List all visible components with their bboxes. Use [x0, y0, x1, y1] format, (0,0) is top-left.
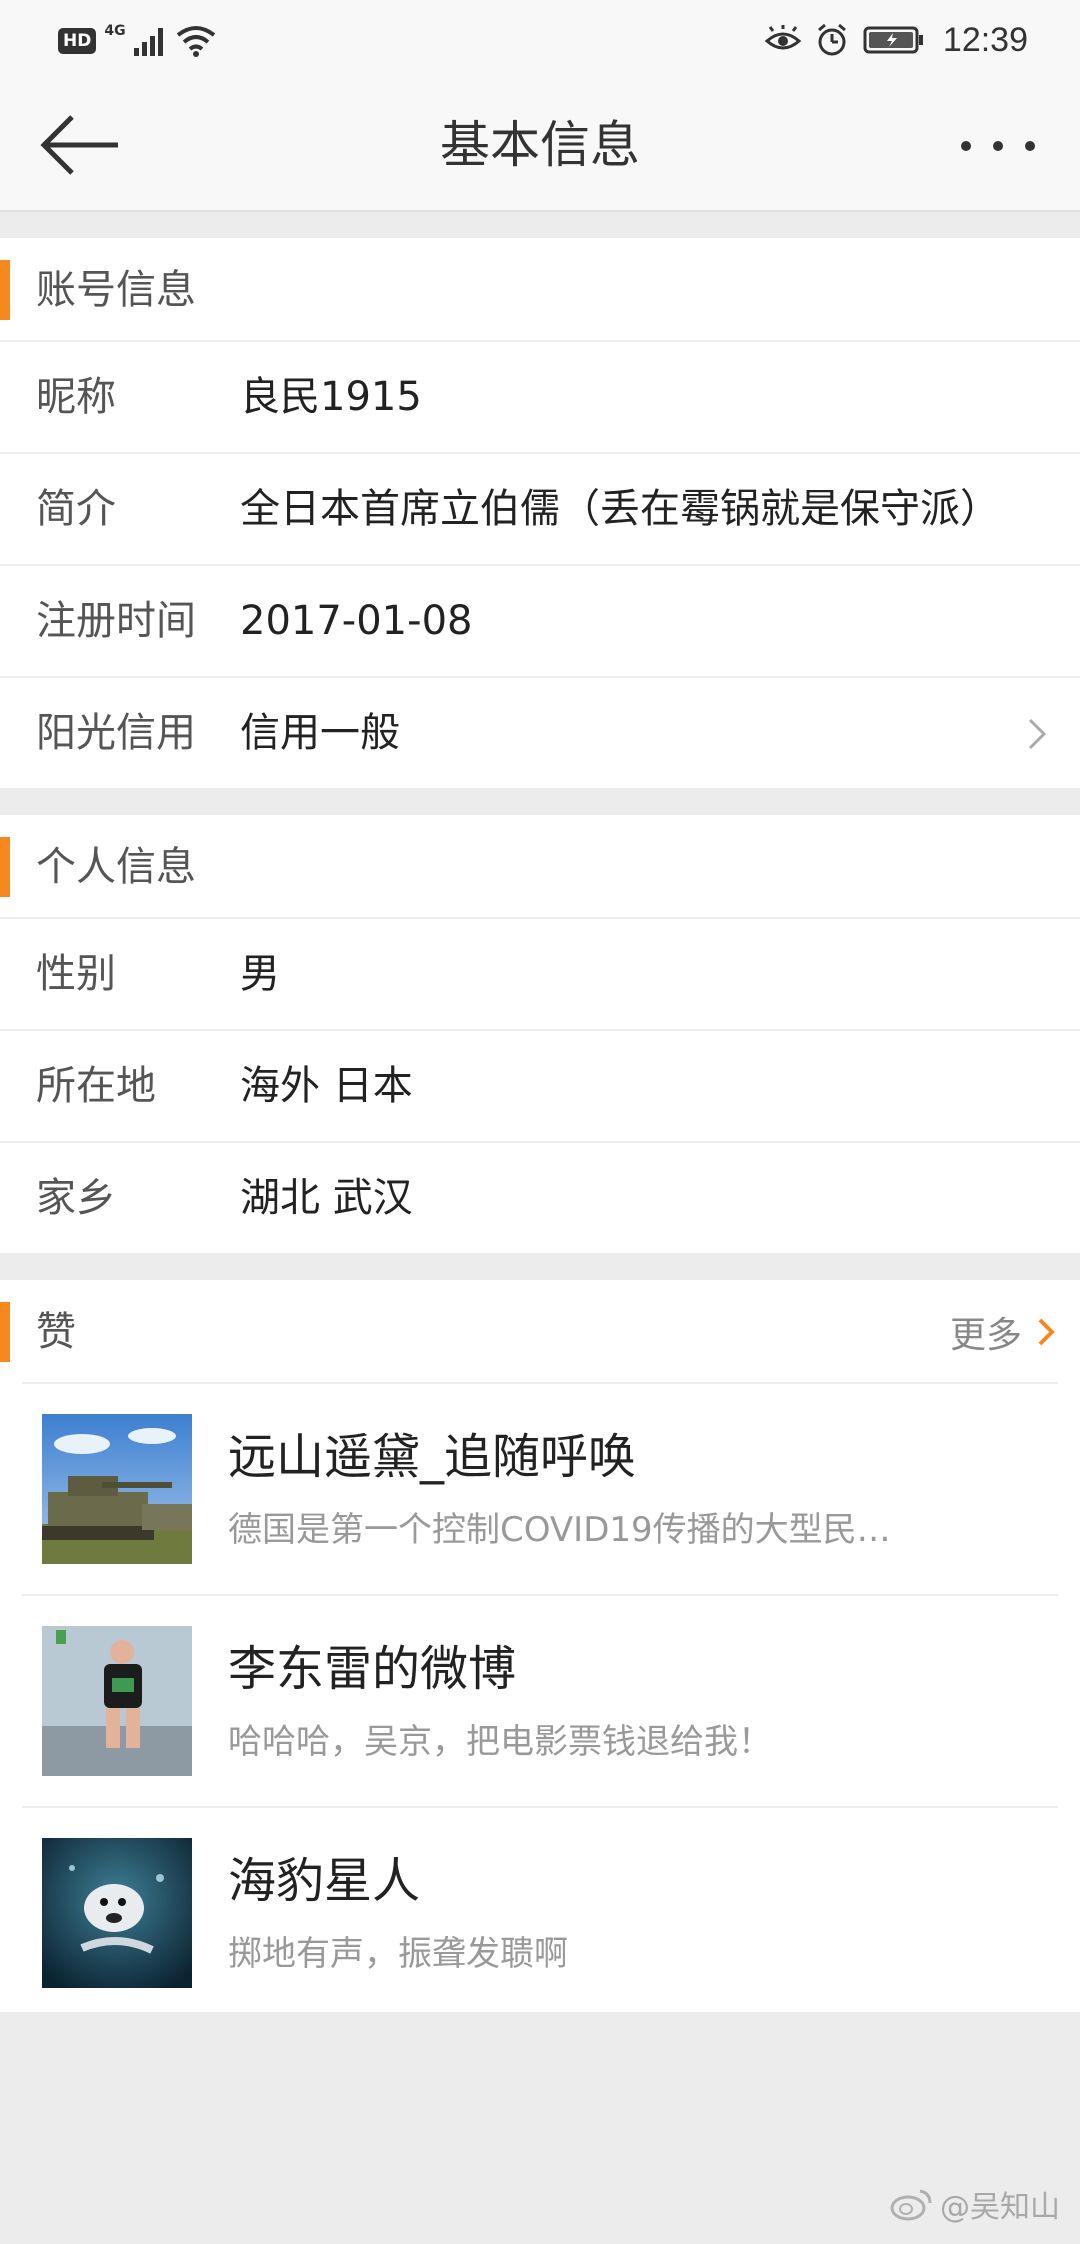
bio-value: 全日本首席立伯儒（丢在霉锅就是保守派） [240, 486, 1000, 532]
personal-info-title: 个人信息 [36, 844, 196, 890]
personal-info-header: 个人信息 [0, 815, 1080, 917]
like-item-title: 李东雷的微博 [228, 1641, 517, 1697]
more-label: 更多 [949, 1315, 1022, 1356]
likes-header: 赞 更多 [0, 1280, 1080, 1382]
hometown-row: 家乡 湖北 武汉 [0, 1141, 1080, 1253]
likes-card: 赞 更多 远山遥黛_追随呼唤 德国是第一个控制COVID19传播的大型民… 李东… [0, 1280, 1080, 2012]
status-left-icons: HD 4G [58, 22, 216, 60]
battery-icon [863, 26, 923, 54]
section-accent-bar [0, 260, 10, 320]
like-item[interactable]: 远山遥黛_追随呼唤 德国是第一个控制COVID19传播的大型民… [22, 1382, 1058, 1594]
nav-bar: 基本信息 [0, 80, 1080, 212]
location-row: 所在地 海外 日本 [0, 1029, 1080, 1141]
bio-row: 简介 全日本首席立伯儒（丢在霉锅就是保守派） [0, 452, 1080, 564]
watermark-text: @吴知山 [940, 2190, 1060, 2225]
status-clock: 12:39 [942, 20, 1028, 59]
likes-title: 赞 [36, 1309, 76, 1355]
register-date-row: 注册时间 2017-01-08 [0, 564, 1080, 676]
hometown-value: 湖北 武汉 [240, 1175, 413, 1221]
nickname-value: 良民1915 [240, 374, 422, 420]
gender-value: 男 [240, 951, 280, 997]
hometown-label: 家乡 [36, 1175, 116, 1221]
sunshine-credit-row[interactable]: 阳光信用 信用一般 [0, 676, 1080, 788]
status-right-icons: 12:39 [764, 18, 1028, 62]
section-accent-bar [0, 1302, 10, 1362]
gender-label: 性别 [36, 951, 116, 997]
like-item-title: 海豹星人 [228, 1853, 421, 1909]
thumbnail-underwater-dog-image [42, 1838, 192, 1988]
wifi-icon [176, 26, 215, 57]
alarm-icon [817, 23, 846, 56]
sunshine-credit-label: 阳光信用 [36, 710, 196, 756]
location-label: 所在地 [36, 1063, 156, 1109]
status-bar: HD 4G 12:39 [0, 0, 1080, 80]
like-item[interactable]: 海豹星人 掷地有声，振聋发聩啊 [22, 1806, 1058, 2018]
gender-row: 性别 男 [0, 917, 1080, 1029]
nickname-label: 昵称 [36, 374, 116, 420]
likes-more-link[interactable]: 更多 [950, 1302, 1058, 1362]
more-dots-icon [961, 141, 1035, 151]
account-info-card: 账号信息 昵称 良民1915 简介 全日本首席立伯儒（丢在霉锅就是保守派） 注册… [0, 238, 1080, 788]
thumbnail-runner-image [42, 1626, 192, 1776]
section-accent-bar [0, 837, 10, 897]
location-value: 海外 日本 [240, 1063, 413, 1109]
personal-info-card: 个人信息 性别 男 所在地 海外 日本 家乡 湖北 武汉 [0, 815, 1080, 1253]
weibo-logo-icon [890, 2189, 932, 2221]
like-item[interactable]: 李东雷的微博 哈哈哈，吴京，把电影票钱退给我！ [22, 1594, 1058, 1806]
chevron-right-icon [1028, 718, 1047, 750]
nickname-row: 昵称 良民1915 [0, 340, 1080, 452]
register-date-value: 2017-01-08 [240, 598, 473, 644]
page-title: 基本信息 [440, 116, 640, 174]
eye-icon [764, 25, 801, 50]
signal-icon [133, 28, 163, 56]
account-info-title: 账号信息 [36, 267, 196, 313]
hd-badge: HD [58, 28, 97, 54]
bio-label: 简介 [36, 486, 116, 532]
more-options-button[interactable] [956, 124, 1040, 168]
register-date-label: 注册时间 [36, 598, 196, 644]
like-item-title: 远山遥黛_追随呼唤 [228, 1429, 637, 1485]
weibo-watermark: @吴知山 [890, 2182, 1060, 2226]
sunshine-credit-value: 信用一般 [240, 710, 400, 756]
thumbnail-tank-image [42, 1414, 192, 1564]
chevron-right-icon [1038, 1318, 1055, 1346]
like-item-subtitle: 德国是第一个控制COVID19传播的大型民… [228, 1510, 891, 1550]
network-type-label: 4G [104, 23, 126, 39]
like-item-subtitle: 掷地有声，振聋发聩啊 [228, 1934, 568, 1974]
account-info-header: 账号信息 [0, 238, 1080, 340]
like-item-subtitle: 哈哈哈，吴京，把电影票钱退给我！ [228, 1722, 772, 1762]
